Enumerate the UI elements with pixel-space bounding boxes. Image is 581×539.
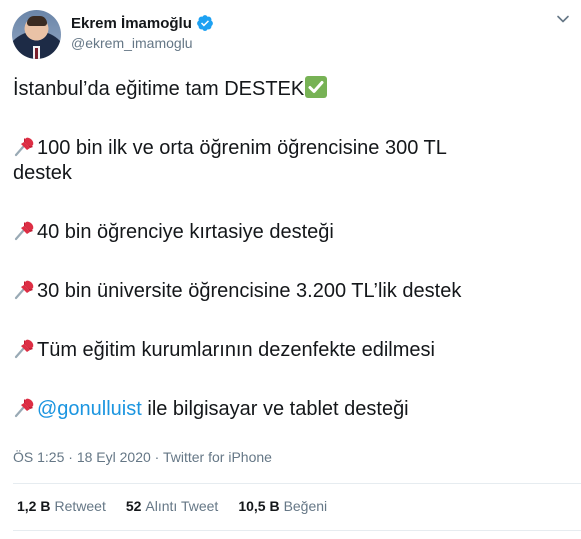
user-handle: @ekrem_imamoglu bbox=[71, 35, 193, 51]
pushpin-emoji-icon bbox=[14, 221, 34, 241]
pushpin-emoji-icon bbox=[14, 398, 34, 418]
like-count: 10,5 B bbox=[238, 498, 280, 514]
engagement-stats: 1,2 B Retweet 52 Alıntı Tweet 10,5 B Beğeni bbox=[17, 498, 347, 514]
mention-link[interactable]: @gonulluist bbox=[37, 398, 142, 420]
tweet-item-1: 100 bin ilk ve orta öğrenim öğrencisine … bbox=[13, 135, 573, 161]
tweet-card: Ekrem İmamoğlu @ekrem_imamoglu İstanbul’… bbox=[0, 0, 581, 539]
meta-separator: · bbox=[150, 449, 163, 465]
tweet-item-3-text: 30 bin üniversite öğrencisine 3.200 TL’l… bbox=[37, 280, 462, 302]
quote-label: Alıntı Tweet bbox=[145, 498, 219, 514]
avatar[interactable] bbox=[12, 10, 61, 59]
like-stat[interactable]: 10,5 B Beğeni bbox=[238, 498, 327, 514]
verified-badge-icon bbox=[196, 15, 213, 31]
tweet-item-1-cont: destek bbox=[13, 162, 72, 184]
retweet-label: Retweet bbox=[54, 498, 106, 514]
retweet-stat[interactable]: 1,2 B Retweet bbox=[17, 498, 106, 514]
tweet-item-2-text: 40 bin öğrenciye kırtasiye desteği bbox=[37, 221, 334, 243]
divider bbox=[13, 483, 581, 484]
tweet-item-5-text: ile bilgisayar ve tablet desteği bbox=[141, 398, 409, 420]
tweet-source[interactable]: Twitter for iPhone bbox=[163, 449, 272, 465]
check-mark-emoji-icon bbox=[305, 76, 328, 98]
retweet-count: 1,2 B bbox=[17, 498, 51, 514]
tweet-item-2: 40 bin öğrenciye kırtasiye desteği bbox=[13, 219, 573, 245]
tweet-headline: İstanbul’da eğitime tam DESTEK bbox=[13, 78, 305, 100]
user-info[interactable]: Ekrem İmamoğlu @ekrem_imamoglu bbox=[71, 13, 214, 51]
like-label: Beğeni bbox=[283, 498, 328, 514]
avatar-hair bbox=[27, 16, 47, 26]
tweet-date[interactable]: 18 Eyl 2020 bbox=[77, 449, 151, 465]
tweet-item-4: Tüm eğitim kurumlarının dezenfekte edilm… bbox=[13, 337, 573, 363]
pushpin-emoji-icon bbox=[14, 137, 34, 157]
tweet-meta: ÖS 1:25 · 18 Eyl 2020 · Twitter for iPho… bbox=[13, 449, 272, 465]
quote-count: 52 bbox=[125, 498, 142, 514]
display-name[interactable]: Ekrem İmamoğlu bbox=[71, 15, 192, 32]
tweet-headline-line: İstanbul’da eğitime tam DESTEK bbox=[13, 76, 573, 102]
tweet-item-3: 30 bin üniversite öğrencisine 3.200 TL’l… bbox=[13, 278, 573, 304]
tweet-time[interactable]: ÖS 1:25 bbox=[13, 449, 64, 465]
divider bbox=[13, 530, 581, 531]
meta-separator: · bbox=[64, 449, 77, 465]
chevron-down-icon[interactable] bbox=[556, 12, 570, 26]
quote-stat[interactable]: 52 Alıntı Tweet bbox=[126, 498, 218, 514]
avatar-tie bbox=[35, 48, 38, 59]
tweet-item-5: @gonulluist ile bilgisayar ve tablet des… bbox=[13, 396, 573, 422]
tweet-text: İstanbul’da eğitime tam DESTEK 100 bin i… bbox=[13, 76, 573, 422]
tweet-item-1-line-1: 100 bin ilk ve orta öğrenim öğrencisine … bbox=[37, 137, 447, 159]
tweet-item-4-text: Tüm eğitim kurumlarının dezenfekte edilm… bbox=[37, 339, 435, 361]
pushpin-emoji-icon bbox=[14, 339, 34, 359]
name-row: Ekrem İmamoğlu bbox=[71, 13, 214, 33]
pushpin-emoji-icon bbox=[14, 280, 34, 300]
